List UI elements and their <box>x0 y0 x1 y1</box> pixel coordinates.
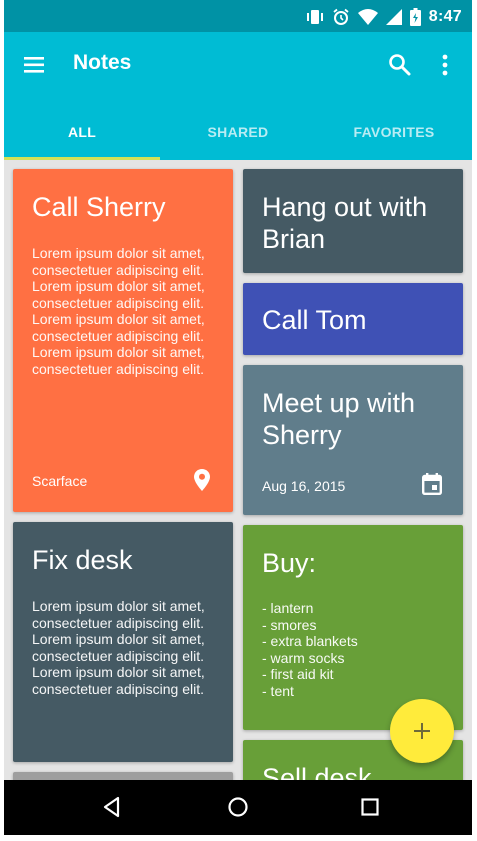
location-pin-icon[interactable] <box>194 469 210 491</box>
note-card-partial[interactable] <box>13 772 233 780</box>
app-bar: Notes ALL SHARED FAVORITES <box>4 32 472 160</box>
tab-all[interactable]: ALL <box>4 104 160 160</box>
battery-icon <box>409 8 421 26</box>
note-body: Lorem ipsum dolor sit amet, consectetuer… <box>32 245 205 377</box>
note-title: Hang out with Brian <box>262 192 428 254</box>
vibrate-icon <box>306 10 323 24</box>
status-icons: 8:47 <box>306 7 462 27</box>
note-title: Call Tom <box>262 305 367 335</box>
alarm-icon <box>333 8 349 25</box>
app-title: Notes <box>73 51 132 74</box>
note-card-hang-out[interactable]: Hang out with Brian <box>243 169 463 273</box>
signal-icon <box>385 9 402 25</box>
note-title: Buy: <box>262 548 317 578</box>
checklist: - lantern - smores - extra blankets - wa… <box>262 600 442 699</box>
note-body: Lorem ipsum dolor sit amet, consectetuer… <box>32 598 205 697</box>
checklist-item: - first aid kit <box>262 666 334 682</box>
checklist-item: - lantern <box>262 600 314 616</box>
status-bar: 8:47 <box>4 0 472 32</box>
note-title: Call Sherry <box>32 192 166 222</box>
search-icon <box>389 54 411 76</box>
add-icon <box>414 723 430 739</box>
system-nav-bar <box>4 780 472 835</box>
checklist-item: - tent <box>262 682 294 699</box>
status-time: 8:47 <box>428 8 462 25</box>
tab-bar: ALL SHARED FAVORITES <box>4 104 472 160</box>
note-card-call-sherry[interactable]: Call Sherry Lorem ipsum dolor sit amet, … <box>13 169 233 512</box>
home-icon[interactable] <box>226 795 250 819</box>
calendar-icon[interactable] <box>422 473 442 495</box>
note-title: Fix desk <box>32 545 133 575</box>
checklist-item: - extra blankets <box>262 633 358 649</box>
phone-screen: 8:47 Notes ALL SHARED FAVORITES Call She… <box>4 0 472 835</box>
menu-button[interactable] <box>22 52 48 78</box>
checklist-item: - warm socks <box>262 649 345 666</box>
add-note-button[interactable] <box>390 699 454 763</box>
note-date: Aug 16, 2015 <box>262 478 346 494</box>
tab-favorites[interactable]: FAVORITES <box>316 104 472 160</box>
back-icon[interactable] <box>100 795 124 819</box>
note-card-fix-desk[interactable]: Fix desk Lorem ipsum dolor sit amet, con… <box>13 522 233 762</box>
menu-icon <box>24 57 44 73</box>
more-options-button[interactable] <box>440 52 450 78</box>
note-card-call-tom[interactable]: Call Tom <box>243 283 463 355</box>
tab-shared[interactable]: SHARED <box>160 104 316 160</box>
note-title: Meet up with Sherry <box>262 388 416 450</box>
recents-icon[interactable] <box>358 795 382 819</box>
note-card-meet-up[interactable]: Meet up with Sherry Aug 16, 2015 <box>243 365 463 515</box>
note-location: Scarface <box>32 473 88 489</box>
notes-grid: Call Sherry Lorem ipsum dolor sit amet, … <box>4 160 472 780</box>
search-button[interactable] <box>387 52 413 78</box>
wifi-icon <box>357 9 378 25</box>
checklist-item: - smores <box>262 616 317 633</box>
note-title: Sell desk <box>262 763 372 780</box>
more-vert-icon <box>442 54 448 76</box>
